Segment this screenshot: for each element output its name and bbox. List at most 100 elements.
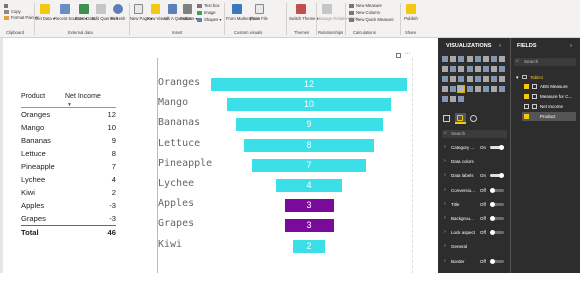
funnel-bar[interactable]: 7	[251, 158, 367, 172]
funnel-bar[interactable]: 4	[276, 179, 342, 192]
table-name[interactable]: Table1	[530, 75, 543, 80]
refresh-button[interactable]: Refresh	[109, 16, 127, 21]
toggle-knob[interactable]	[490, 258, 495, 264]
visual-type-icon[interactable]	[450, 66, 457, 72]
edit-queries-button[interactable]: Edit Queries ▾	[92, 16, 118, 21]
new-quick-measure-button[interactable]: New Quick Measure	[349, 17, 394, 22]
visual-type-icon[interactable]	[466, 86, 473, 92]
field-measure-for-c[interactable]: Measure for C...	[540, 94, 572, 99]
cut-row[interactable]	[4, 3, 10, 8]
toggle-knob[interactable]	[490, 187, 495, 193]
expand-table-icon[interactable]: ▾	[516, 75, 519, 81]
visual-type-icon[interactable]	[442, 76, 448, 82]
visual-type-icon[interactable]	[474, 66, 481, 72]
text-box-button[interactable]: Text box	[197, 3, 220, 8]
toggle-knob[interactable]	[499, 173, 504, 179]
field-net-income[interactable]: Net Income	[540, 104, 563, 109]
toggle-knob[interactable]	[490, 230, 495, 236]
format-section-label[interactable]: General	[451, 244, 467, 249]
visual-type-icon[interactable]	[442, 86, 448, 92]
visual-type-icon[interactable]	[499, 86, 506, 92]
visual-type-icon[interactable]	[458, 96, 465, 102]
switch-theme-button[interactable]: Switch Theme ▾	[289, 16, 319, 21]
format-section-label[interactable]: Backgrou...	[451, 216, 474, 221]
from-marketplace-button[interactable]: From Marketplace	[226, 16, 260, 21]
new-measure-button[interactable]: New Measure	[349, 3, 382, 8]
publish-button[interactable]: Publish	[403, 16, 419, 21]
new-page-button[interactable]: New Page ▾	[130, 16, 153, 21]
visual-type-icon[interactable]	[457, 85, 466, 93]
chevron-right-icon[interactable]: ›	[444, 187, 446, 193]
chevron-right-icon[interactable]: ›	[444, 215, 446, 221]
visual-type-icon[interactable]	[499, 56, 506, 62]
new-column-button[interactable]: New Column	[349, 10, 380, 15]
chevron-right-icon[interactable]: ›	[444, 258, 446, 264]
new-visual-button[interactable]: New Visual	[147, 16, 168, 21]
toggle-knob[interactable]	[490, 216, 495, 221]
from-file-button[interactable]: From File	[249, 16, 269, 21]
visual-type-icon[interactable]	[483, 76, 489, 82]
funnel-bar[interactable]: 8	[243, 138, 375, 152]
buttons-button[interactable]: Buttons ▾	[180, 16, 197, 21]
chevron-right-icon[interactable]: ›	[444, 172, 446, 178]
visual-type-icon[interactable]	[474, 56, 481, 62]
visual-type-icon[interactable]	[483, 86, 489, 92]
visual-type-icon[interactable]	[450, 96, 457, 102]
toggle-knob[interactable]	[499, 145, 504, 150]
visual-type-icon[interactable]	[466, 76, 473, 82]
visual-type-icon[interactable]	[466, 56, 473, 62]
report-canvas[interactable]: Product Net Income ▼ Oranges 12 Mango 10…	[3, 38, 438, 273]
visual-type-icon[interactable]	[442, 66, 448, 72]
visual-type-icon[interactable]	[483, 56, 489, 62]
visual-type-icon[interactable]	[442, 56, 448, 62]
image-button[interactable]: Image	[197, 10, 216, 15]
analytics-tab-icon[interactable]	[470, 115, 477, 122]
visual-type-icon[interactable]	[474, 86, 481, 92]
format-section-label[interactable]: Conversio...	[451, 188, 475, 193]
more-options-icon[interactable]: ···	[404, 50, 411, 57]
visual-type-icon[interactable]	[450, 86, 457, 92]
recent-sources-button[interactable]: Recent Sources ▾	[54, 16, 87, 21]
funnel-bar[interactable]: 10	[227, 98, 391, 112]
format-section-label[interactable]: Data colors	[451, 159, 474, 164]
visual-type-icon[interactable]	[483, 66, 489, 72]
format-section-label[interactable]: Lock aspect	[451, 230, 475, 235]
format-section-label[interactable]: Category ...	[451, 145, 474, 150]
field-abs-measure[interactable]: ABS Measure	[540, 84, 568, 89]
visual-type-icon[interactable]	[499, 76, 506, 82]
field-checkbox-unchecked[interactable]	[524, 104, 529, 109]
manage-relationships-button[interactable]: Manage Relationships	[317, 16, 358, 21]
visual-type-icon[interactable]	[466, 66, 473, 72]
visual-type-icon[interactable]	[450, 76, 457, 82]
fields-tab-icon[interactable]	[443, 115, 450, 122]
funnel-bar[interactable]: 2	[292, 239, 326, 253]
chevron-right-icon[interactable]: ›	[444, 243, 446, 249]
visual-type-icon[interactable]	[458, 66, 465, 72]
shapes-button[interactable]: Shapes ▾	[197, 17, 221, 22]
copy-button[interactable]: Copy	[4, 9, 21, 14]
get-data-button[interactable]: Get Data ▾	[35, 16, 55, 21]
toggle-knob[interactable]	[490, 201, 495, 207]
format-section-label[interactable]: Border	[451, 259, 465, 264]
visual-type-icon[interactable]	[442, 96, 448, 102]
visual-type-icon[interactable]	[450, 56, 457, 62]
table-visual[interactable]: Product Net Income ▼ Oranges 12 Mango 10…	[21, 93, 116, 283]
format-section-label[interactable]: Data labels	[451, 173, 474, 178]
funnel-bar[interactable]: 3	[284, 199, 334, 213]
visual-type-icon[interactable]	[491, 66, 498, 72]
visual-type-icon[interactable]	[458, 56, 465, 62]
table-header-product[interactable]: Product	[21, 93, 45, 100]
visual-type-icon[interactable]	[491, 76, 498, 82]
chevron-right-icon[interactable]: ›	[444, 158, 446, 164]
table-header-net-income[interactable]: Net Income	[65, 93, 101, 100]
collapse-icon[interactable]: ›	[499, 43, 501, 49]
funnel-bar[interactable]: 3	[284, 219, 334, 233]
funnel-bar[interactable]: 9	[235, 118, 383, 132]
field-product[interactable]: Product	[540, 114, 556, 119]
field-checkbox-checked[interactable]	[524, 84, 529, 89]
visual-type-icon[interactable]	[491, 86, 498, 92]
enter-data-button[interactable]: Enter Data	[75, 16, 95, 21]
visual-type-icon[interactable]	[458, 76, 465, 82]
visual-type-icon[interactable]	[499, 66, 506, 72]
field-checkbox-checked[interactable]	[524, 114, 529, 119]
